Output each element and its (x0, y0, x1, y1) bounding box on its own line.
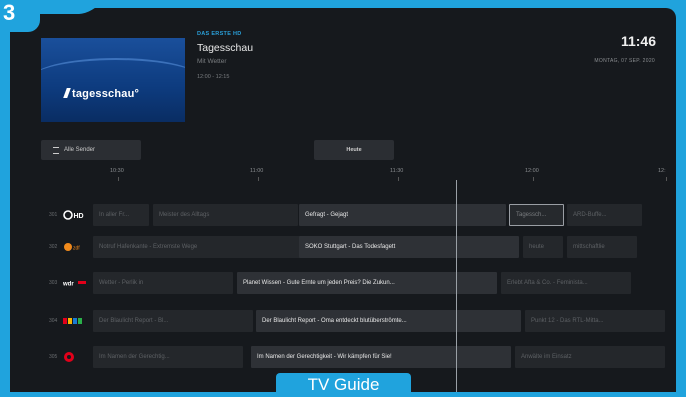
timeline-tick: 11:30 (390, 168, 404, 174)
channel-number: 301 (49, 212, 58, 218)
tv-screen: tagesschau° DAS ERSTE HD Tagesschau Mit … (10, 8, 676, 392)
channel-row: 303 wdr Wetter - Perlik in Planet Wissen - … (41, 272, 676, 294)
svg-text:wdr: wdr (63, 282, 74, 288)
channel-row: 304 Der Blaulicht Report - Bl... Der Blaul… (41, 310, 676, 332)
program-cell[interactable]: Punkt 12 - Das RTL-Mitta... (525, 310, 665, 332)
program-cell[interactable]: Der Blaulicht Report - Bl... (93, 310, 253, 332)
channel-row: 301 HD In aller Fr... Meister des Alltags Ge… (41, 204, 676, 226)
program-cell[interactable]: Wetter - Perlik in (93, 272, 233, 294)
current-program-subtitle: Mit Wetter (197, 58, 227, 65)
clock-date: MONTAG, 07 SEP. 2020 (594, 58, 655, 64)
menu-icon (53, 146, 59, 154)
timeline-tick-mark (533, 177, 534, 181)
svg-text:HD: HD (74, 213, 84, 220)
program-thumbnail[interactable]: tagesschau° (41, 38, 185, 122)
timeline-tick: 10:30 (110, 168, 124, 174)
program-cell[interactable]: Tagessch... (509, 204, 564, 226)
timeline-tick: 12: (658, 168, 666, 174)
program-cell[interactable]: Der Blaulicht Report - Oma entdeckt blut… (256, 310, 521, 332)
channel-number: 303 (49, 280, 58, 286)
clock-time: 11:46 (620, 33, 656, 49)
timeline: 10:30 11:00 11:30 12:00 12: (10, 168, 676, 181)
program-cell[interactable]: ARD-Buffe... (567, 204, 642, 226)
timeline-tick-mark (666, 177, 667, 181)
channel-logo-icon: zdf (63, 241, 87, 253)
timeline-tick: 11:00 (250, 168, 264, 174)
channel-number: 305 (49, 354, 58, 360)
current-channel-name: DAS ERSTE HD (197, 31, 242, 37)
svg-text:zdf: zdf (73, 246, 80, 252)
timeline-tick: 12:00 (525, 168, 539, 174)
channel-logo-icon (63, 315, 87, 327)
current-program-title: Tagesschau (197, 42, 254, 54)
today-button[interactable]: Heute (314, 140, 394, 160)
channel-logo-icon (63, 351, 87, 363)
program-cell[interactable]: Erlebt Afta & Co. - Feminista... (501, 272, 631, 294)
program-cell[interactable]: mittschaftlie (567, 236, 637, 258)
timeline-tick-mark (398, 177, 399, 181)
program-cell[interactable]: Notruf Hafenkante - Extremste Wege (93, 236, 303, 258)
caption-label: TV Guide (276, 373, 411, 394)
program-cell[interactable]: heute (523, 236, 563, 258)
step-number: 3 (3, 0, 16, 25)
current-time-line (456, 180, 457, 392)
program-cell[interactable]: Meister des Alltags (153, 204, 298, 226)
program-cell[interactable]: Gefragt - Gejagt (299, 204, 506, 226)
channel-row: 305 Im Namen der Gerechtig... Im Namen der… (41, 346, 676, 368)
all-channels-label: Alle Sender (64, 147, 96, 153)
program-cell[interactable]: Im Namen der Gerechtigkeit - Wir kämpfen… (251, 346, 511, 368)
timeline-tick-mark (258, 177, 259, 181)
timeline-tick-mark (118, 177, 119, 181)
current-program-time: 12:00 - 12:15 (197, 74, 230, 80)
channel-logo-icon: HD (63, 209, 87, 221)
channel-number: 302 (49, 244, 58, 250)
program-cell[interactable]: Planet Wissen - Gute Ernte um jeden Prei… (237, 272, 497, 294)
program-cell[interactable]: Im Namen der Gerechtig... (93, 346, 243, 368)
all-channels-button[interactable]: Alle Sender (41, 140, 141, 160)
program-cell[interactable]: Anwälte im Einsatz (515, 346, 665, 368)
channel-logo-icon: wdr (63, 277, 87, 289)
channel-number: 304 (49, 318, 58, 324)
program-cell[interactable]: SOKO Stuttgart - Das Todesfagett (299, 236, 519, 258)
channel-row: 302 zdf Notruf Hafenkante - Extremste Wege… (41, 236, 676, 258)
program-cell[interactable]: In aller Fr... (93, 204, 149, 226)
tagesschau-logo: tagesschau° (63, 88, 139, 100)
